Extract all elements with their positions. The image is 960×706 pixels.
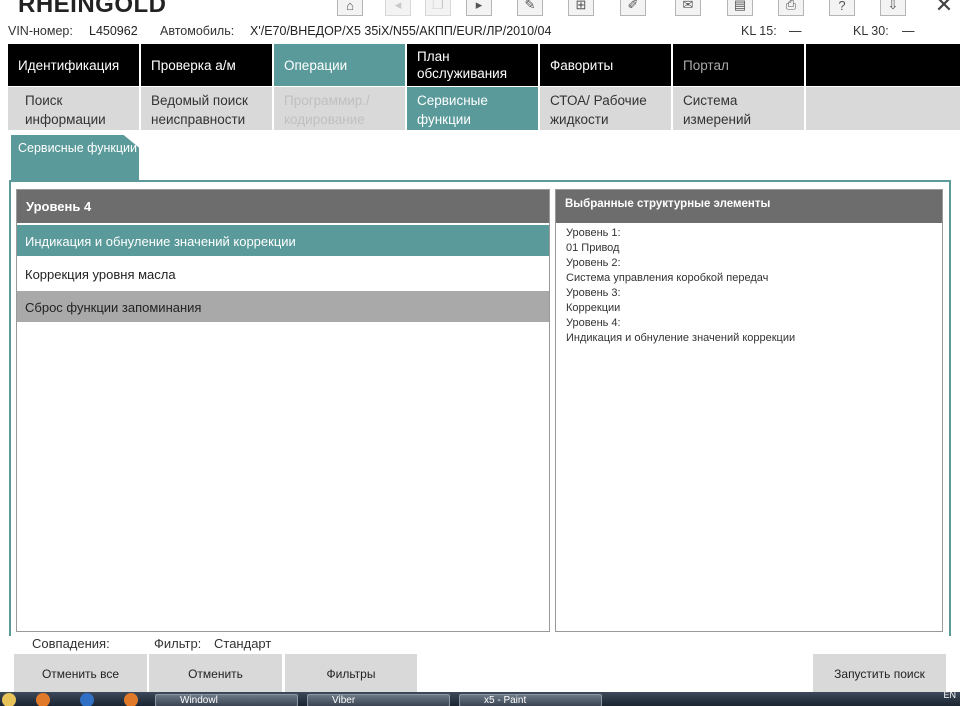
main-navigation: Идентификация Проверка а/м Операции План об… <box>8 44 960 86</box>
copy-icon[interactable]: ❐ <box>425 0 451 16</box>
level-list-header: Уровень 4 <box>17 190 549 223</box>
level-list-panel: Уровень 4 Индикация и обнуление значений… <box>16 189 550 632</box>
forward-icon[interactable]: ▸ <box>466 0 492 16</box>
sub-tab-5[interactable]: Система измерений <box>673 87 806 130</box>
download-icon[interactable]: ⇩ <box>880 0 906 16</box>
detail-line: Уровень 4: <box>566 317 621 329</box>
sub-navigation: Поиск информации Ведомый поиск неисправно… <box>8 87 960 130</box>
matches-label: Совпадения: <box>32 636 110 651</box>
mail-icon[interactable]: ✉ <box>675 0 701 16</box>
list-item[interactable]: Коррекция уровня масла <box>17 256 549 289</box>
selected-elements-details: Уровень 1: 01 Привод Уровень 2: Система упр… <box>556 223 942 349</box>
vin-value: L450962 <box>89 24 138 38</box>
main-tab-0[interactable]: Идентификация <box>8 44 141 86</box>
edit-icon[interactable]: ✐ <box>620 0 646 16</box>
kl15-label: KL 15: <box>741 24 777 38</box>
folder-tab-service-functions[interactable]: Сервисные функции <box>11 135 139 180</box>
cancel-button[interactable]: Отменить <box>149 654 282 694</box>
sub-tab-3[interactable]: Сервисные функции <box>407 87 540 130</box>
app-title: RHEINGOLD <box>18 0 167 18</box>
print-icon[interactable]: ⎙ <box>778 0 804 16</box>
main-tab-5[interactable]: Портал <box>673 44 806 86</box>
start-icon[interactable] <box>2 693 16 706</box>
list-item[interactable]: Индикация и обнуление значений коррекции <box>17 223 549 256</box>
main-tab-1[interactable]: Проверка а/м <box>141 44 274 86</box>
home-icon[interactable]: ⌂ <box>337 0 363 16</box>
main-tab-2[interactable]: Операции <box>274 44 407 86</box>
list-item[interactable]: Сброс функции запоминания <box>17 289 549 322</box>
vehicle-info-bar: VIN-номер: L450962 Автомобиль: X'/E70/ВН… <box>0 18 960 44</box>
level-list: Индикация и обнуление значений коррекции… <box>17 223 549 322</box>
car-label: Автомобиль: <box>160 24 235 38</box>
cancel-all-button[interactable]: Отменить все <box>14 654 147 694</box>
detail-line: Индикация и обнуление значений коррекции <box>566 332 796 344</box>
help-icon[interactable]: ? <box>829 0 855 16</box>
ie-icon[interactable] <box>80 693 94 706</box>
title-bar: RHEINGOLD ⌂ ◂ ❐ ▸ ✎ ⊞ ✐ ✉ ▤ ⎙? ⇩ ✕ <box>0 0 960 18</box>
sub-tab-2[interactable]: Программир./ кодирование <box>274 87 407 130</box>
detail-line: Коррекции <box>566 302 621 314</box>
sub-tab-0[interactable]: Поиск информации <box>8 87 141 130</box>
close-icon[interactable]: ✕ <box>931 0 957 17</box>
sub-tab-4[interactable]: СТОА/ Рабочие жидкости <box>540 87 673 130</box>
main-nav-filler <box>806 44 956 86</box>
sub-tab-1[interactable]: Ведомый поиск неисправности <box>141 87 274 130</box>
detail-line: 01 Привод <box>566 242 620 254</box>
kl30-value: — <box>902 24 915 38</box>
filters-button[interactable]: Фильтры <box>285 654 417 694</box>
start-search-button[interactable]: Запустить поиск <box>813 654 946 694</box>
firefox-icon[interactable] <box>36 693 50 706</box>
back-icon[interactable]: ◂ <box>385 0 411 16</box>
selected-elements-panel: Выбранные структурные элементы Уровень 1… <box>555 189 943 632</box>
main-tab-3[interactable]: План обслуживания <box>407 44 540 86</box>
main-tab-4[interactable]: Фавориты <box>540 44 673 86</box>
taskbar-item[interactable]: x5 - Paint <box>459 694 602 706</box>
detail-line: Уровень 1: <box>566 227 621 239</box>
vin-label: VIN-номер: <box>8 24 73 38</box>
windows-taskbar: Windowl Viber x5 - Paint EN <box>0 692 960 706</box>
content-frame: Уровень 4 Индикация и обнуление значений… <box>9 180 951 636</box>
selected-elements-header: Выбранные структурные элементы <box>556 190 942 223</box>
wrench-icon[interactable]: ✎ <box>517 0 543 16</box>
network-icon[interactable]: ⊞ <box>568 0 594 16</box>
language-indicator[interactable]: EN <box>943 692 956 700</box>
detail-line: Уровень 3: <box>566 287 621 299</box>
detail-line: Система управления коробкой передач <box>566 272 769 284</box>
sub-nav-filler <box>806 87 956 130</box>
taskbar-item[interactable]: Windowl <box>155 694 298 706</box>
browser-icon[interactable] <box>124 693 138 706</box>
kl15-value: — <box>789 24 802 38</box>
taskbar-item[interactable]: Viber <box>307 694 450 706</box>
filter-value: Стандарт <box>214 636 272 651</box>
kl30-label: KL 30: <box>853 24 889 38</box>
document-icon[interactable]: ▤ <box>727 0 753 16</box>
filter-label: Фильтр: <box>154 636 202 651</box>
car-value: X'/E70/ВНЕДОР/X5 35iX/N55/АКПП/EUR/ЛР/20… <box>250 24 552 38</box>
detail-line: Уровень 2: <box>566 257 621 269</box>
